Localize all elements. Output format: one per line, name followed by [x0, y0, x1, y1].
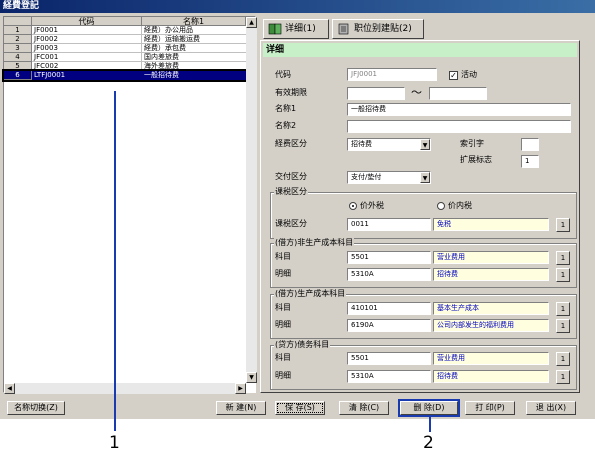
callout-label-1: 1 [109, 433, 120, 453]
callout-lines [114, 91, 431, 432]
callout-label-2: 2 [423, 433, 434, 453]
